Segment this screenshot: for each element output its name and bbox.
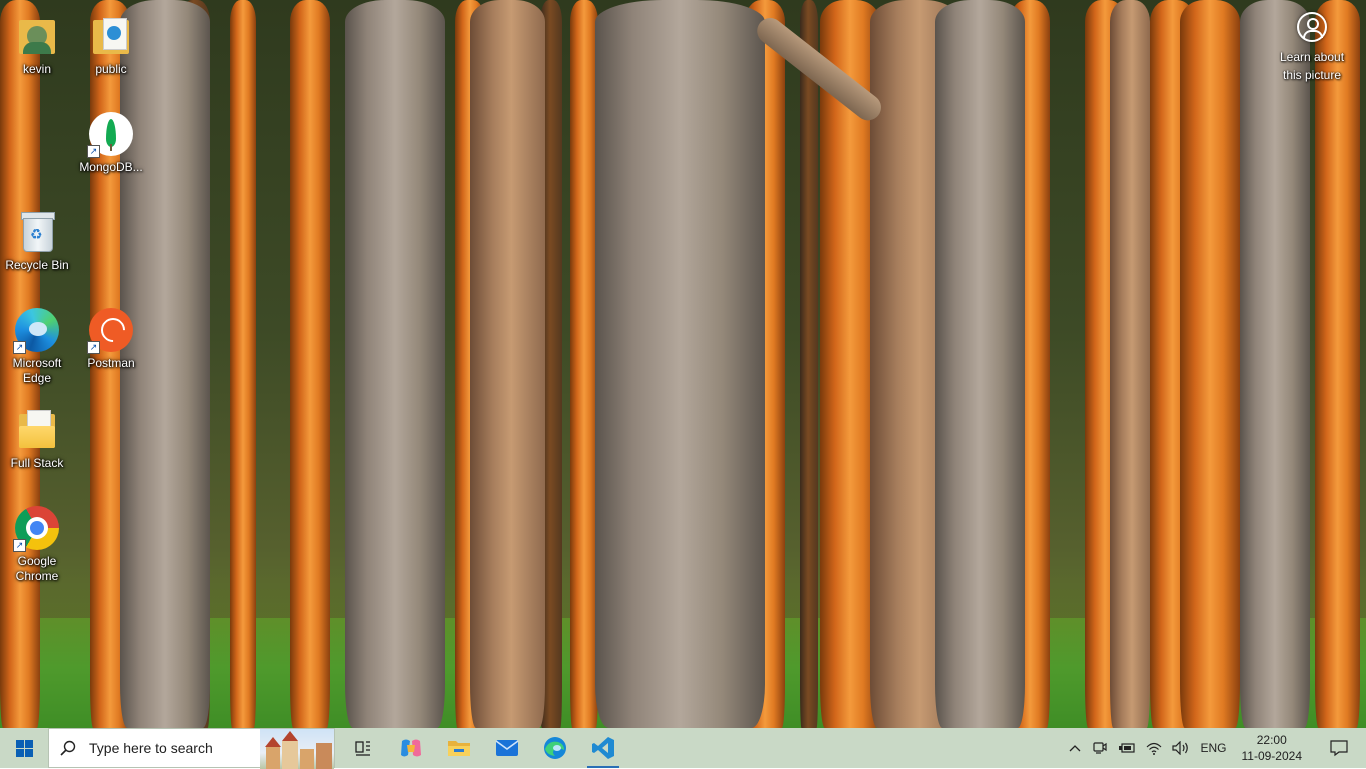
action-center-button[interactable]: [1312, 728, 1366, 768]
notification-icon: [1330, 740, 1348, 757]
desktop-icon-google-chrome[interactable]: ↗ Google Chrome: [0, 500, 74, 584]
desktop-icon-public[interactable]: public: [74, 8, 148, 77]
desktop-icon-label: Recycle Bin: [5, 258, 69, 272]
desktop-icon-label: Full Stack: [10, 456, 64, 470]
desktop-icon-recycle-bin[interactable]: ♻ Recycle Bin: [0, 204, 74, 273]
camera-icon: [1297, 12, 1327, 42]
taskbar: ENG 22:00 11-09-2024: [0, 728, 1366, 769]
camera-meeting-icon: [1093, 742, 1108, 754]
desktop-icon-postman[interactable]: ↗ Postman: [74, 302, 148, 371]
desktop-icon-full-stack[interactable]: Full Stack: [0, 402, 74, 471]
system-tray: ENG 22:00 11-09-2024: [1063, 728, 1366, 768]
desktop-icon-label: Postman: [87, 356, 135, 370]
network-button[interactable]: [1141, 728, 1167, 768]
clock-button[interactable]: 22:00 11-09-2024: [1232, 728, 1313, 768]
desktop-icon-microsoft-edge[interactable]: ↗ Microsoft Edge: [0, 302, 74, 386]
file-explorer-icon: [448, 741, 470, 756]
microsoft-edge-icon: ↗: [13, 306, 61, 354]
start-button[interactable]: [0, 728, 48, 768]
desktop-icon-label: MongoDB...: [79, 160, 143, 174]
folder-icon: [13, 406, 61, 454]
wifi-icon: [1147, 742, 1162, 755]
desktop-icon-kevin[interactable]: kevin: [0, 8, 74, 77]
shortcut-arrow-icon: ↗: [13, 341, 26, 354]
microsoft-edge-taskbar-button[interactable]: [531, 728, 579, 768]
learn-about-this-picture[interactable]: Learn about this picture: [1272, 12, 1352, 84]
shortcut-arrow-icon: ↗: [13, 539, 26, 552]
shortcut-arrow-icon: ↗: [87, 341, 100, 354]
desktop-icon-label: kevin: [22, 62, 51, 76]
desktop-icon-label: Google Chrome: [15, 554, 59, 583]
copilot-button[interactable]: [387, 728, 435, 768]
mail-icon: [495, 740, 519, 756]
public-folder-icon: [87, 12, 135, 60]
meet-now-button[interactable]: [1087, 728, 1113, 768]
clock-date: 11-09-2024: [1241, 749, 1303, 763]
battery-icon: [1119, 743, 1136, 753]
task-view-icon: [355, 741, 370, 756]
desktop-wallpaper: [0, 0, 1366, 728]
user-folder-icon: [13, 12, 61, 60]
task-view-button[interactable]: [339, 728, 387, 768]
clock-time: 22:00: [1256, 733, 1287, 747]
taskbar-search[interactable]: [48, 728, 335, 769]
learn-about-label: Learn about this picture: [1279, 50, 1345, 82]
search-icon: [49, 740, 87, 756]
copilot-icon: [401, 739, 421, 757]
language-indicator: ENG: [1200, 741, 1227, 755]
shortcut-arrow-icon: ↗: [87, 145, 100, 158]
desktop-icon-label: public: [95, 62, 127, 76]
desktop-icon-label: Microsoft Edge: [12, 356, 62, 385]
postman-icon: ↗: [87, 306, 135, 354]
search-highlight-illustration: [260, 729, 334, 769]
battery-button[interactable]: [1113, 728, 1141, 768]
show-hidden-icons-button[interactable]: [1063, 728, 1087, 768]
microsoft-edge-icon: [544, 737, 566, 759]
google-chrome-icon: ↗: [13, 504, 61, 552]
speaker-icon: [1172, 741, 1189, 755]
search-input[interactable]: [87, 739, 261, 757]
desktop-icon-mongodb[interactable]: ↗ MongoDB...: [74, 106, 148, 175]
visual-studio-code-icon: [592, 737, 614, 759]
mongodb-icon: ↗: [87, 110, 135, 158]
chevron-up-icon: [1070, 745, 1081, 752]
windows-logo-icon: [15, 739, 33, 757]
mail-button[interactable]: [483, 728, 531, 768]
input-language-button[interactable]: ENG: [1195, 728, 1231, 768]
recycle-bin-icon: ♻: [13, 208, 61, 256]
file-explorer-button[interactable]: [435, 728, 483, 768]
volume-button[interactable]: [1167, 728, 1195, 768]
visual-studio-code-button[interactable]: [579, 728, 627, 768]
